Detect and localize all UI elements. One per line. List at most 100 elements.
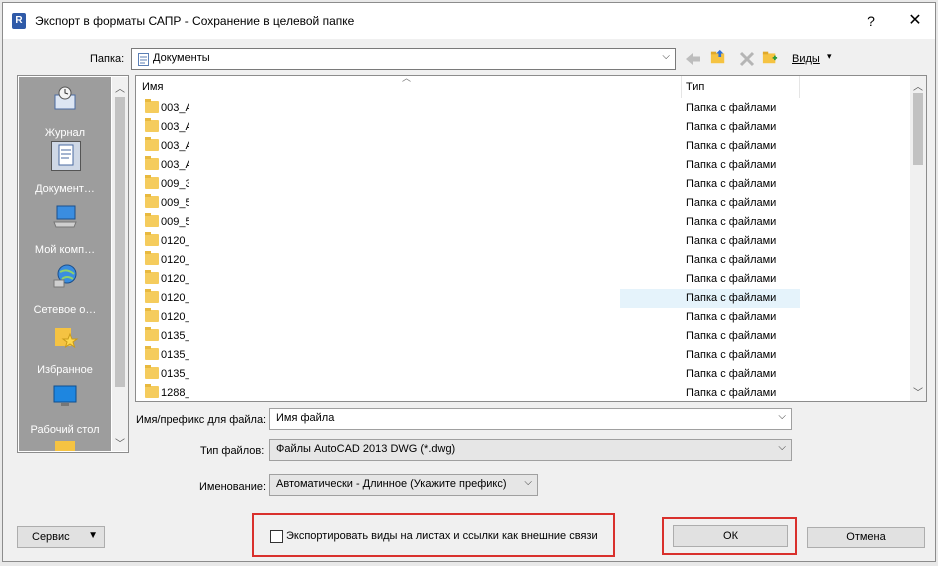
file-row[interactable]: 0120_ Папка с файлами bbox=[136, 308, 911, 327]
file-name: 0120_ bbox=[161, 311, 189, 323]
place-network[interactable]: Сетевое о… bbox=[19, 260, 111, 320]
folder-icon bbox=[145, 270, 159, 284]
chevron-down-icon: ⌵ bbox=[662, 51, 670, 62]
folder-up-icon[interactable] bbox=[709, 49, 727, 65]
scroll-up-icon[interactable]: ︿ bbox=[115, 80, 125, 95]
folder-icon bbox=[145, 365, 159, 379]
filename-label: Имя/префикс для файла: bbox=[136, 414, 267, 426]
title-bar: R Экспорт в форматы САПР - Сохранение в … bbox=[3, 3, 935, 39]
file-row[interactable]: 0135_ Папка с файлами bbox=[136, 327, 911, 346]
file-row[interactable]: 003_A Папка с файлами bbox=[136, 156, 911, 175]
file-name: 009_3 bbox=[161, 178, 189, 190]
file-name: 009_5 bbox=[161, 197, 189, 209]
file-type: Папка с файлами bbox=[686, 387, 777, 399]
file-list: Имя ︿ Тип 003_A Папка с файлами 003_A Папка… bbox=[135, 75, 927, 402]
folder-icon bbox=[55, 441, 75, 451]
ok-button[interactable]: ОК bbox=[673, 525, 788, 547]
help-button[interactable]: ? bbox=[857, 9, 885, 33]
computer-icon bbox=[53, 205, 77, 228]
scroll-down-icon[interactable]: ﹀ bbox=[115, 435, 125, 450]
file-name: 0120_ bbox=[161, 292, 189, 304]
place-desktop[interactable]: Рабочий стол bbox=[19, 380, 111, 440]
folder-icon bbox=[145, 346, 159, 360]
file-name: 0135_ bbox=[161, 349, 189, 361]
filetype-label: Тип файлов: bbox=[200, 445, 265, 457]
file-type: Папка с файлами bbox=[686, 140, 777, 152]
file-type: Папка с файлами bbox=[686, 178, 777, 190]
document-icon bbox=[138, 53, 149, 66]
views-menu-label[interactable]: Виды bbox=[792, 53, 820, 65]
column-divider[interactable] bbox=[799, 76, 800, 98]
file-type: Папка с файлами bbox=[686, 102, 777, 114]
filetype-select[interactable]: Файлы AutoCAD 2013 DWG (*.dwg) ⌵ bbox=[269, 439, 792, 461]
service-button[interactable]: Сервис ▼ bbox=[17, 526, 105, 548]
file-type: Папка с файлами bbox=[686, 273, 777, 285]
folder-icon bbox=[145, 194, 159, 208]
file-row[interactable]: 0120_ Папка с файлами bbox=[136, 251, 911, 270]
file-row[interactable]: 009_5 Папка с файлами bbox=[136, 213, 911, 232]
file-row[interactable]: 0135_ Папка с файлами bbox=[136, 365, 911, 384]
file-list-scrollbar[interactable]: ︿ ﹀ bbox=[910, 76, 926, 401]
file-name: 003_A bbox=[161, 121, 189, 133]
file-list-header: Имя ︿ Тип bbox=[136, 76, 911, 98]
file-name: 0120_ bbox=[161, 254, 189, 266]
export-cad-dialog: R Экспорт в форматы САПР - Сохранение в … bbox=[2, 2, 936, 562]
folder-value: Документы bbox=[153, 52, 210, 64]
cancel-button[interactable]: Отмена bbox=[807, 527, 925, 548]
naming-select[interactable]: Автоматически - Длинное (Укажите префикс… bbox=[269, 474, 538, 496]
folder-icon bbox=[145, 384, 159, 398]
file-row[interactable]: 003_A Папка с файлами bbox=[136, 99, 911, 118]
documents-icon bbox=[51, 141, 81, 171]
chevron-down-icon: ⌵ bbox=[778, 442, 786, 453]
place-favorites[interactable]: Избранное bbox=[19, 320, 111, 380]
folder-label: Папка: bbox=[90, 53, 125, 65]
places-scroll-thumb[interactable] bbox=[115, 97, 125, 387]
place-history[interactable]: Журнал bbox=[19, 83, 111, 143]
export-checkbox-label[interactable]: Экспортировать виды на листах и ссылки к… bbox=[286, 530, 598, 542]
chevron-down-icon[interactable]: ⌵ bbox=[778, 411, 786, 422]
folder-icon bbox=[145, 175, 159, 189]
folder-icon bbox=[145, 308, 159, 322]
file-row[interactable]: 0135_ Папка с файлами bbox=[136, 346, 911, 365]
folder-icon bbox=[145, 327, 159, 341]
folder-icon bbox=[145, 137, 159, 151]
filename-input[interactable]: Имя файла ⌵ bbox=[269, 408, 792, 430]
place-documents[interactable]: Документ… bbox=[19, 139, 111, 199]
delete-x-icon[interactable] bbox=[738, 51, 756, 67]
sort-ascending-icon: ︿ bbox=[402, 75, 412, 83]
views-dropdown-arrow-icon[interactable]: ▾ bbox=[827, 51, 832, 62]
file-name: 0135_ bbox=[161, 330, 189, 342]
network-icon bbox=[53, 264, 77, 288]
place-my-computer[interactable]: Мой комп… bbox=[19, 200, 111, 260]
scroll-down-icon[interactable]: ﹀ bbox=[913, 384, 923, 399]
revit-app-icon: R bbox=[12, 13, 26, 29]
back-arrow-icon[interactable] bbox=[684, 51, 702, 67]
folder-combo[interactable]: Документы ⌵ bbox=[131, 48, 676, 70]
folder-icon bbox=[145, 99, 159, 113]
column-type-header[interactable]: Тип bbox=[686, 76, 704, 98]
close-button[interactable]: ✕ bbox=[901, 9, 929, 33]
file-row[interactable]: 0120_ Папка с файлами bbox=[136, 270, 911, 289]
file-row[interactable]: 003_A Папка с файлами bbox=[136, 118, 911, 137]
column-divider[interactable] bbox=[681, 76, 682, 98]
file-row[interactable]: 003_A Папка с файлами bbox=[136, 137, 911, 156]
file-type: Папка с файлами bbox=[686, 330, 777, 342]
desktop-icon bbox=[53, 385, 77, 406]
file-row[interactable]: 009_3 Папка с файлами bbox=[136, 175, 911, 194]
new-folder-icon[interactable] bbox=[761, 49, 779, 65]
file-type: Папка с файлами bbox=[686, 235, 777, 247]
file-name: 0120_ bbox=[161, 235, 189, 247]
export-external-links-checkbox[interactable] bbox=[270, 530, 283, 543]
file-row[interactable]: 1288_ Папка с файлами bbox=[136, 384, 911, 401]
file-list-scroll-thumb[interactable] bbox=[913, 93, 923, 165]
file-type: Папка с файлами bbox=[686, 311, 777, 323]
column-name-header[interactable]: Имя bbox=[142, 76, 163, 98]
file-row[interactable]: 0120_ Папка с файлами bbox=[136, 232, 911, 251]
file-row[interactable]: 0120_ Папка с файлами bbox=[136, 289, 911, 308]
file-row[interactable]: 009_5 Папка с файлами bbox=[136, 194, 911, 213]
folder-icon bbox=[145, 156, 159, 170]
favorites-icon bbox=[55, 328, 79, 349]
places-scrollbar[interactable]: ︿ ﹀ bbox=[112, 77, 128, 451]
file-name: 0135_ bbox=[161, 368, 189, 380]
scroll-up-icon[interactable]: ︿ bbox=[913, 78, 923, 93]
